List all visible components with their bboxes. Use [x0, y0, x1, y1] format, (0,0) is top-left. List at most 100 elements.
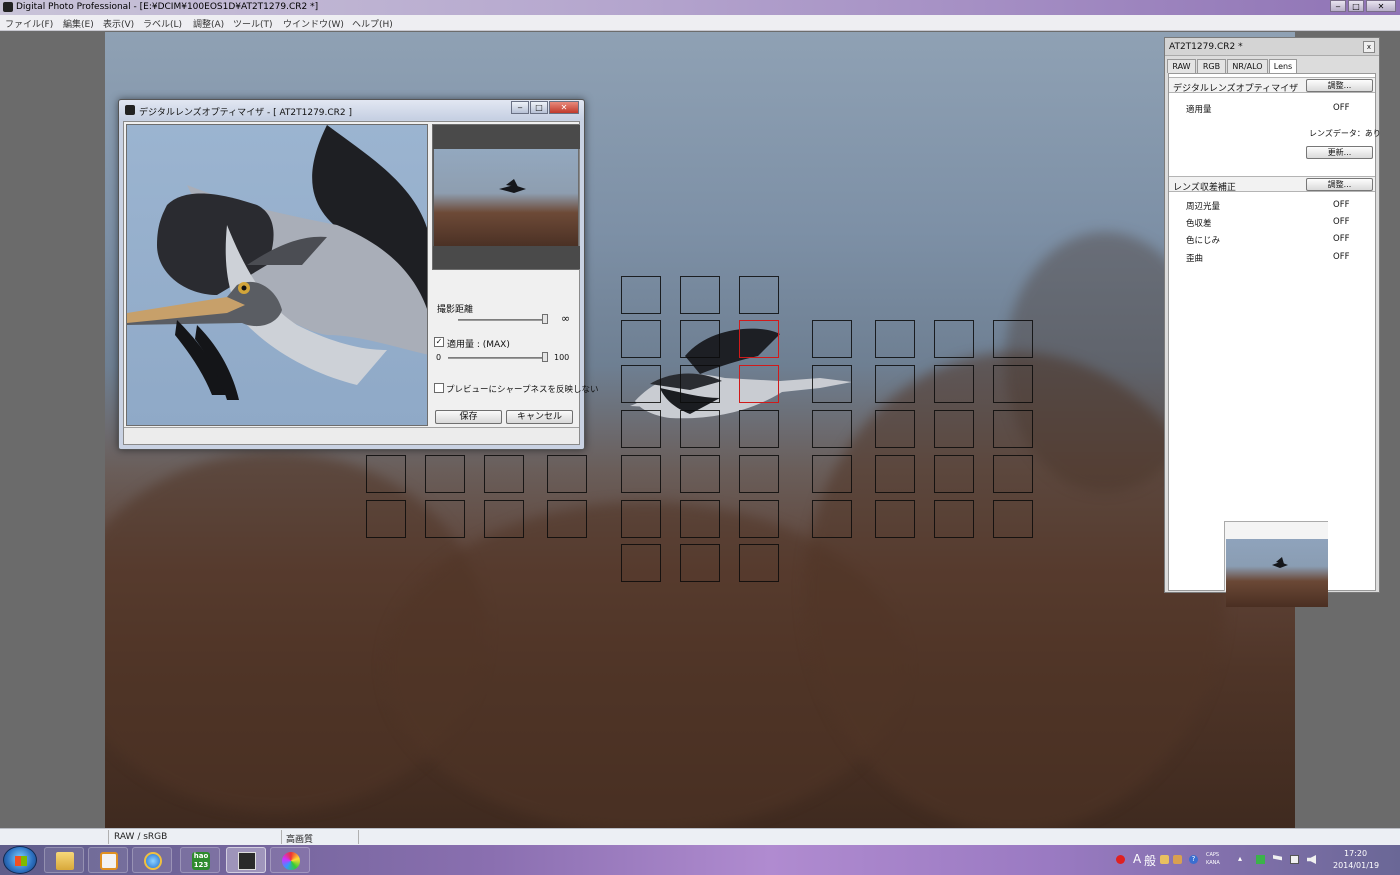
- af-point[interactable]: [934, 500, 974, 538]
- palette-title-bar[interactable]: AT2T1279.CR2 * x: [1165, 38, 1379, 56]
- clock-date[interactable]: 2014/01/19: [1333, 861, 1379, 870]
- af-point[interactable]: [812, 365, 852, 403]
- menu-file[interactable]: ファイル(F): [5, 17, 53, 30]
- af-point[interactable]: [621, 365, 661, 403]
- notification-icon[interactable]: [1116, 855, 1125, 864]
- af-point[interactable]: [621, 276, 661, 314]
- af-point[interactable]: [812, 500, 852, 538]
- menu-label[interactable]: ラベル(L): [143, 17, 182, 30]
- af-point[interactable]: [934, 320, 974, 358]
- dlo-minimize-button[interactable]: ‒: [511, 101, 529, 114]
- af-point[interactable]: [993, 500, 1033, 538]
- dlo-maximize-button[interactable]: □: [530, 101, 548, 114]
- start-button[interactable]: [3, 846, 37, 874]
- shooting-distance-track[interactable]: [458, 319, 544, 321]
- tab-raw[interactable]: RAW: [1167, 59, 1196, 73]
- nvidia-icon[interactable]: [1256, 855, 1265, 864]
- dlo-navigator[interactable]: [432, 124, 580, 270]
- dlo-update-button[interactable]: 更新...: [1306, 146, 1373, 159]
- taskbar-dpp[interactable]: [226, 847, 266, 873]
- af-point[interactable]: [621, 320, 661, 358]
- af-point[interactable]: [484, 500, 524, 538]
- af-point[interactable]: [875, 320, 915, 358]
- ime-pad-icon[interactable]: [1173, 855, 1182, 864]
- af-point[interactable]: [812, 455, 852, 493]
- save-button[interactable]: 保存: [435, 410, 502, 424]
- dlo-close-button[interactable]: ✕: [549, 101, 579, 114]
- af-point[interactable]: [812, 410, 852, 448]
- dlo-zoom-preview[interactable]: [126, 124, 428, 426]
- af-point[interactable]: [993, 410, 1033, 448]
- af-point[interactable]: [812, 320, 852, 358]
- tab-nr-alo[interactable]: NR/ALO: [1227, 59, 1268, 73]
- af-point[interactable]: [993, 455, 1033, 493]
- af-point[interactable]: [621, 410, 661, 448]
- af-point[interactable]: [875, 500, 915, 538]
- af-point[interactable]: [621, 500, 661, 538]
- menu-adjust[interactable]: 調整(A): [193, 17, 224, 30]
- af-point[interactable]: [547, 500, 587, 538]
- af-point[interactable]: [425, 500, 465, 538]
- help-icon[interactable]: ?: [1189, 855, 1198, 864]
- af-point-active[interactable]: [739, 365, 779, 403]
- apply-amount-slider[interactable]: [542, 352, 548, 362]
- show-hidden-icons[interactable]: ▴: [1238, 854, 1242, 863]
- af-point[interactable]: [739, 544, 779, 582]
- af-point[interactable]: [680, 544, 720, 582]
- ime-tools-icon[interactable]: [1160, 855, 1169, 864]
- menu-edit[interactable]: 編集(E): [63, 17, 94, 30]
- cancel-button[interactable]: キャンセル: [506, 410, 573, 424]
- ime-a-indicator[interactable]: A: [1133, 852, 1141, 866]
- af-point[interactable]: [875, 410, 915, 448]
- close-button[interactable]: ✕: [1366, 0, 1396, 12]
- af-point[interactable]: [366, 500, 406, 538]
- volume-icon[interactable]: [1307, 855, 1316, 864]
- af-point[interactable]: [621, 544, 661, 582]
- af-point[interactable]: [484, 455, 524, 493]
- action-center-flag-icon[interactable]: [1273, 855, 1282, 861]
- af-point[interactable]: [680, 320, 720, 358]
- af-point[interactable]: [993, 365, 1033, 403]
- af-point[interactable]: [934, 365, 974, 403]
- clock-time[interactable]: 17:20: [1344, 849, 1367, 858]
- af-point[interactable]: [680, 276, 720, 314]
- taskbar-media-player[interactable]: [88, 847, 128, 873]
- sharpness-checkbox[interactable]: [434, 383, 444, 393]
- af-point[interactable]: [993, 320, 1033, 358]
- shooting-distance-slider[interactable]: [542, 314, 548, 324]
- ime-mode-indicator[interactable]: 般: [1144, 852, 1156, 869]
- af-point[interactable]: [875, 365, 915, 403]
- menu-tools[interactable]: ツール(T): [233, 17, 273, 30]
- tab-rgb[interactable]: RGB: [1197, 59, 1226, 73]
- taskbar-explorer[interactable]: [44, 847, 84, 873]
- menu-help[interactable]: ヘルプ(H): [352, 17, 393, 30]
- taskbar-paint[interactable]: [270, 847, 310, 873]
- af-point[interactable]: [680, 455, 720, 493]
- apply-amount-checkbox[interactable]: ✓: [434, 337, 444, 347]
- af-point[interactable]: [739, 276, 779, 314]
- af-point[interactable]: [621, 455, 661, 493]
- af-point[interactable]: [934, 455, 974, 493]
- aberration-adjust-button[interactable]: 調整...: [1306, 178, 1373, 191]
- menu-view[interactable]: 表示(V): [103, 17, 134, 30]
- af-point[interactable]: [739, 455, 779, 493]
- af-point[interactable]: [425, 455, 465, 493]
- af-point[interactable]: [680, 500, 720, 538]
- network-icon[interactable]: [1290, 855, 1299, 864]
- dlo-adjust-button[interactable]: 調整...: [1306, 79, 1373, 92]
- af-point[interactable]: [875, 455, 915, 493]
- af-point[interactable]: [680, 365, 720, 403]
- tab-lens[interactable]: Lens: [1269, 59, 1297, 74]
- af-point[interactable]: [366, 455, 406, 493]
- apply-amount-track[interactable]: [448, 357, 544, 359]
- af-point[interactable]: [739, 410, 779, 448]
- menu-window[interactable]: ウインドウ(W): [283, 17, 344, 30]
- taskbar-ie[interactable]: [132, 847, 172, 873]
- af-point[interactable]: [547, 455, 587, 493]
- af-point[interactable]: [739, 500, 779, 538]
- af-point-active[interactable]: [739, 320, 779, 358]
- dlo-title-bar[interactable]: デジタルレンズオプティマイザ - [ AT2T1279.CR2 ] ‒ □ ✕: [119, 100, 584, 120]
- minimize-button[interactable]: ‒: [1330, 0, 1346, 12]
- taskbar-hao123[interactable]: hao 123: [180, 847, 220, 873]
- palette-close-button[interactable]: x: [1363, 41, 1375, 53]
